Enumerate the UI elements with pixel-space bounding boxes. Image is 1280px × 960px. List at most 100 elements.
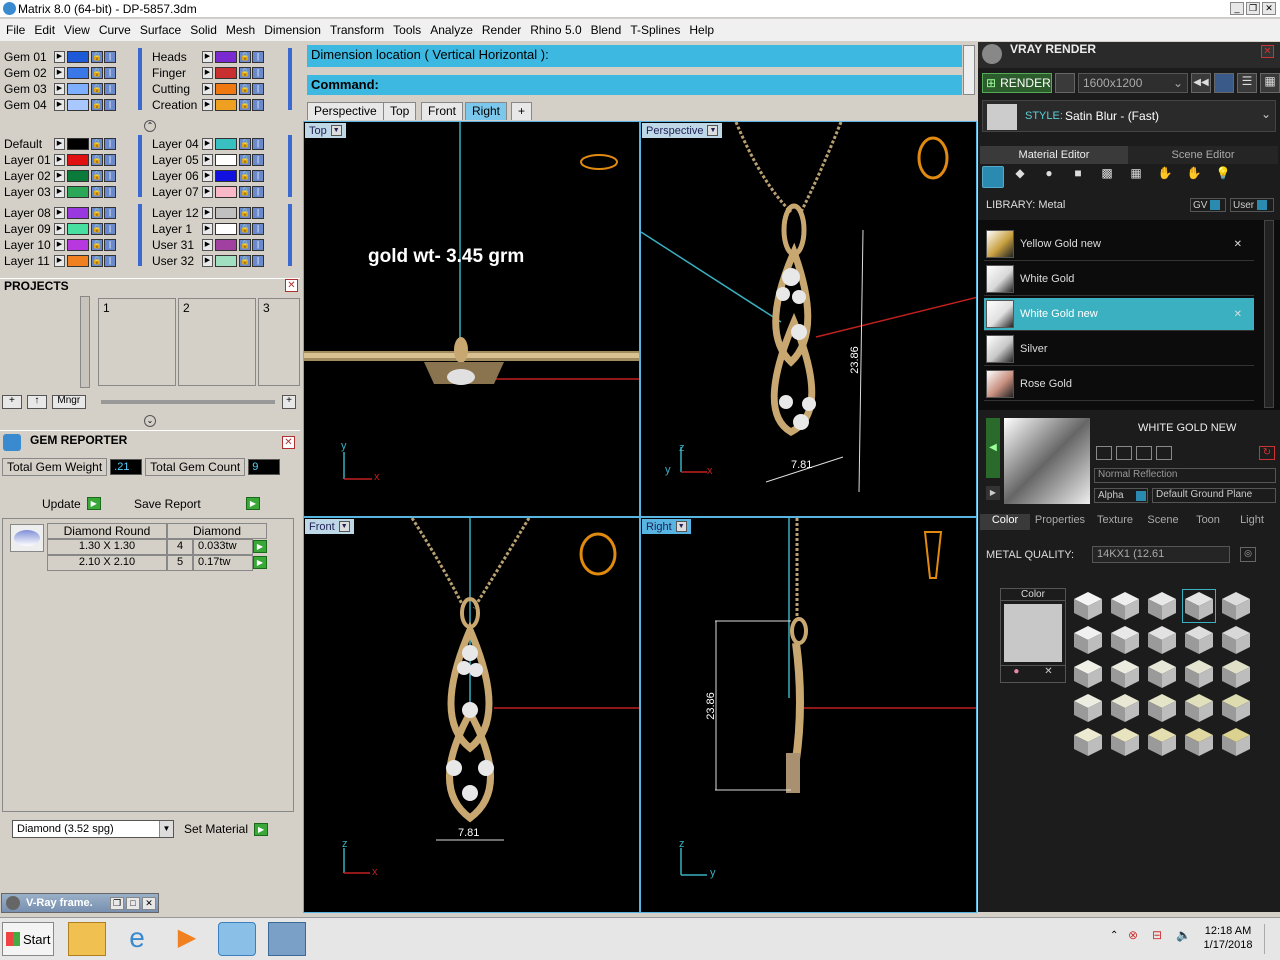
menu-mesh[interactable]: Mesh xyxy=(226,23,255,37)
layer-color-swatch[interactable] xyxy=(215,254,237,267)
project-slot-1[interactable]: 1 xyxy=(98,298,176,386)
layer-color-swatch[interactable] xyxy=(67,66,89,79)
menu-analyze[interactable]: Analyze xyxy=(430,23,473,37)
lock-icon[interactable]: 🔒 xyxy=(91,98,103,111)
layer-expand-icon[interactable]: ▶ xyxy=(54,238,65,251)
layer-expand-icon[interactable]: ▶ xyxy=(54,185,65,198)
volume-icon[interactable]: 🔈 xyxy=(1176,928,1192,944)
layer-expand-icon[interactable]: ▶ xyxy=(54,153,65,166)
clock[interactable]: 12:18 AM 1/17/2018 xyxy=(1200,924,1256,952)
lock-icon[interactable]: 🔒 xyxy=(91,206,103,219)
layer-expand-icon[interactable]: ▶ xyxy=(202,185,213,198)
color-preset-cube[interactable] xyxy=(1146,658,1178,690)
layer-color-swatch[interactable] xyxy=(215,50,237,63)
layer-expand-icon[interactable]: ▶ xyxy=(54,66,65,79)
visibility-icon[interactable]: | xyxy=(252,137,264,150)
layer-expand-icon[interactable]: ▶ xyxy=(54,98,65,111)
layer-color-swatch[interactable] xyxy=(67,254,89,267)
color-swatch[interactable] xyxy=(1004,604,1062,662)
color-preset-cube[interactable] xyxy=(1220,624,1252,656)
command-input[interactable]: Command: xyxy=(307,75,962,95)
color-preset-cube[interactable] xyxy=(1182,589,1216,623)
color-preset-cube[interactable] xyxy=(1146,692,1178,724)
show-desktop-button[interactable] xyxy=(1264,924,1276,954)
gem-reporter-close-icon[interactable]: ✕ xyxy=(282,436,295,449)
lock-icon[interactable]: 🔒 xyxy=(239,169,251,182)
layer-expand-icon[interactable]: ▶ xyxy=(202,66,213,79)
layer-expand-icon[interactable]: ▶ xyxy=(202,238,213,251)
layer-color-swatch[interactable] xyxy=(67,206,89,219)
material-list-item[interactable]: Yellow Gold new ✕ xyxy=(984,228,1254,261)
lock-icon[interactable]: 🔒 xyxy=(239,50,251,63)
lock-icon[interactable]: 🔒 xyxy=(239,82,251,95)
chevron-down-icon[interactable]: ▼ xyxy=(330,125,342,136)
visibility-icon[interactable]: | xyxy=(104,82,116,95)
viewport-label-top[interactable]: Top ▼ xyxy=(305,123,346,138)
viewport-top[interactable]: Top ▼ gold wt- 3.45 grm y x xyxy=(303,121,640,517)
visibility-icon[interactable]: | xyxy=(252,82,264,95)
internet-explorer-icon[interactable]: e xyxy=(118,922,156,956)
layer-row[interactable]: Layer 09 ▶ 🔒 | xyxy=(4,221,117,236)
lock-icon[interactable]: 🔒 xyxy=(239,254,251,267)
sphere-icon[interactable]: ● xyxy=(1036,166,1062,188)
lock-icon[interactable]: 🔒 xyxy=(239,185,251,198)
collapse-handle-icon[interactable]: ⌄ xyxy=(144,415,156,427)
gem-row-action-icon[interactable]: ▶ xyxy=(253,540,267,553)
resolution-select[interactable]: 1600x1200 ⌄ xyxy=(1078,73,1188,93)
viewport-front[interactable]: Front ▼ 7.81 z x xyxy=(303,517,640,913)
layer-color-swatch[interactable] xyxy=(215,206,237,219)
viewport-label-perspective[interactable]: Perspective ▼ xyxy=(642,123,723,138)
matrix-app-icon[interactable] xyxy=(218,922,256,956)
material-list-item[interactable]: Silver xyxy=(984,333,1254,366)
list-icon[interactable]: ☰ xyxy=(1237,73,1257,93)
menu-rhino[interactable]: Rhino 5.0 xyxy=(530,23,581,37)
color-preset-cube[interactable] xyxy=(1109,658,1141,690)
render-button[interactable]: ⊞ RENDER xyxy=(982,73,1052,93)
visibility-icon[interactable]: | xyxy=(252,153,264,166)
layer-expand-icon[interactable]: ▶ xyxy=(202,254,213,267)
visibility-icon[interactable]: | xyxy=(104,206,116,219)
menu-edit[interactable]: Edit xyxy=(34,23,55,37)
visibility-icon[interactable]: | xyxy=(252,66,264,79)
layer-color-swatch[interactable] xyxy=(215,169,237,182)
menu-tools[interactable]: Tools xyxy=(393,23,421,37)
layer-color-swatch[interactable] xyxy=(67,153,89,166)
menu-curve[interactable]: Curve xyxy=(99,23,131,37)
hand-plus-icon[interactable]: ✋ xyxy=(1181,166,1207,188)
layer-color-swatch[interactable] xyxy=(215,98,237,111)
bulb-icon[interactable]: 💡 xyxy=(1210,166,1236,188)
tab-scene[interactable]: Scene xyxy=(1140,514,1186,530)
gv-toggle[interactable]: GV xyxy=(1190,198,1226,212)
menu-surface[interactable]: Surface xyxy=(140,23,181,37)
set-material-button[interactable]: Set Material ▶ xyxy=(184,820,280,838)
checker-icon[interactable]: ▩ xyxy=(1094,166,1120,188)
layer-row[interactable]: Layer 01 ▶ 🔒 | xyxy=(4,152,117,167)
project-slot-2[interactable]: 2 xyxy=(178,298,256,386)
color-preset-cube[interactable] xyxy=(1109,590,1141,622)
start-button[interactable]: Start xyxy=(2,922,54,956)
layer-expand-icon[interactable]: ▶ xyxy=(54,137,65,150)
layer-row[interactable]: Finger ▶ 🔒 | xyxy=(152,65,265,80)
lock-icon[interactable]: 🔒 xyxy=(91,66,103,79)
color-preset-cube[interactable] xyxy=(1183,726,1215,758)
layer-row[interactable]: Gem 01 ▶ 🔒 | xyxy=(4,49,117,64)
square-icon[interactable]: ■ xyxy=(1065,166,1091,188)
layer-expand-icon[interactable]: ▶ xyxy=(202,50,213,63)
layer-color-swatch[interactable] xyxy=(215,238,237,251)
layer-expand-icon[interactable]: ▶ xyxy=(202,137,213,150)
remove-material-icon[interactable]: ✕ xyxy=(1234,309,1242,320)
menu-solid[interactable]: Solid xyxy=(190,23,217,37)
collapse-left-icon[interactable]: ◀ xyxy=(986,418,1000,478)
layer-color-swatch[interactable] xyxy=(215,185,237,198)
lock-icon[interactable]: 🔒 xyxy=(239,222,251,235)
material-list-scrollbar[interactable] xyxy=(1264,220,1274,408)
visibility-icon[interactable]: | xyxy=(104,50,116,63)
layer-row[interactable]: Default ▶ 🔒 | xyxy=(4,136,117,151)
color-preset-cube[interactable] xyxy=(1220,726,1252,758)
command-scrollbar[interactable] xyxy=(963,45,975,95)
menu-view[interactable]: View xyxy=(64,23,90,37)
metal-quality-settings-icon[interactable]: ◎ xyxy=(1240,547,1256,562)
layer-color-swatch[interactable] xyxy=(67,50,89,63)
projects-close-icon[interactable]: ✕ xyxy=(285,279,298,292)
layer-color-swatch[interactable] xyxy=(215,153,237,166)
